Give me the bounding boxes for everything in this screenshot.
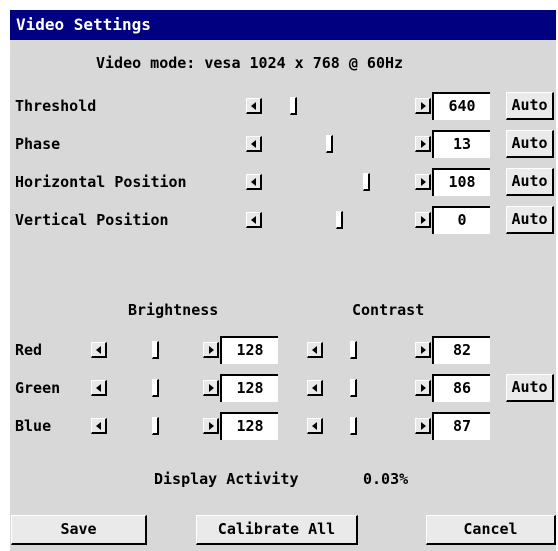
- blue-contrast-value[interactable]: 87: [432, 412, 490, 440]
- vertical-position-auto-button[interactable]: Auto: [506, 206, 554, 234]
- window-title: Video Settings: [10, 10, 556, 40]
- green-brightness-value[interactable]: 128: [220, 374, 278, 402]
- blue-brightness-decrease-button[interactable]: [91, 418, 107, 434]
- video-settings-window: Video Settings Video mode: vesa 1024 x 7…: [0, 0, 558, 551]
- vertical-position-increase-button[interactable]: [415, 212, 431, 228]
- threshold-slider-thumb[interactable]: [290, 97, 297, 115]
- phase-value[interactable]: 13: [432, 130, 490, 158]
- save-button[interactable]: Save: [11, 515, 147, 545]
- phase-row: Phase 13 Auto: [10, 130, 556, 158]
- threshold-label: Threshold: [15, 97, 97, 115]
- blue-brightness-increase-button[interactable]: [203, 418, 219, 434]
- red-row: Red 128 82: [10, 336, 556, 364]
- green-brightness-increase-button[interactable]: [203, 380, 219, 396]
- vertical-position-decrease-button[interactable]: [246, 212, 262, 228]
- blue-contrast-increase-button[interactable]: [415, 418, 431, 434]
- calibrate-all-button[interactable]: Calibrate All: [196, 515, 358, 545]
- threshold-row: Threshold 640 Auto: [10, 92, 556, 120]
- horizontal-position-increase-button[interactable]: [415, 174, 431, 190]
- cancel-button[interactable]: Cancel: [426, 515, 556, 545]
- phase-slider-thumb[interactable]: [326, 135, 333, 153]
- threshold-decrease-button[interactable]: [246, 98, 262, 114]
- color-auto-button[interactable]: Auto: [506, 374, 554, 402]
- green-contrast-value[interactable]: 86: [432, 374, 490, 402]
- phase-auto-button[interactable]: Auto: [506, 130, 554, 158]
- red-contrast-increase-button[interactable]: [415, 342, 431, 358]
- display-activity-value: 0.03%: [363, 470, 409, 488]
- vertical-position-row: Vertical Position 0 Auto: [10, 206, 556, 234]
- blue-contrast-slider-thumb[interactable]: [350, 417, 357, 435]
- horizontal-position-value[interactable]: 108: [432, 168, 490, 196]
- green-row: Green 128 86 Auto: [10, 374, 556, 402]
- threshold-value[interactable]: 640: [432, 92, 490, 120]
- blue-brightness-value[interactable]: 128: [220, 412, 278, 440]
- vertical-position-label: Vertical Position: [15, 211, 169, 229]
- green-label: Green: [15, 379, 61, 397]
- horizontal-position-label: Horizontal Position: [15, 173, 187, 191]
- blue-row: Blue 128 87: [10, 412, 556, 440]
- green-contrast-increase-button[interactable]: [415, 380, 431, 396]
- phase-decrease-button[interactable]: [246, 136, 262, 152]
- vertical-position-value[interactable]: 0: [432, 206, 490, 234]
- green-brightness-decrease-button[interactable]: [91, 380, 107, 396]
- blue-brightness-slider-thumb[interactable]: [152, 417, 159, 435]
- horizontal-position-auto-button[interactable]: Auto: [506, 168, 554, 196]
- green-brightness-slider-thumb[interactable]: [152, 379, 159, 397]
- phase-label: Phase: [15, 135, 61, 153]
- red-contrast-slider-thumb[interactable]: [350, 341, 357, 359]
- red-brightness-decrease-button[interactable]: [91, 342, 107, 358]
- red-brightness-slider-thumb[interactable]: [152, 341, 159, 359]
- settings-panel: Video mode: vesa 1024 x 768 @ 60Hz Thres…: [10, 40, 556, 551]
- horizontal-position-row: Horizontal Position 108 Auto: [10, 168, 556, 196]
- horizontal-position-decrease-button[interactable]: [246, 174, 262, 190]
- horizontal-position-slider-thumb[interactable]: [363, 173, 370, 191]
- video-mode-text: Video mode: vesa 1024 x 768 @ 60Hz: [96, 54, 404, 72]
- blue-label: Blue: [15, 417, 52, 435]
- red-contrast-value[interactable]: 82: [432, 336, 490, 364]
- green-contrast-decrease-button[interactable]: [307, 380, 323, 396]
- threshold-auto-button[interactable]: Auto: [506, 92, 554, 120]
- display-activity-label: Display Activity: [154, 470, 299, 488]
- red-brightness-increase-button[interactable]: [203, 342, 219, 358]
- red-brightness-value[interactable]: 128: [220, 336, 278, 364]
- contrast-header: Contrast: [352, 301, 425, 319]
- red-label: Red: [15, 341, 43, 359]
- red-contrast-decrease-button[interactable]: [307, 342, 323, 358]
- blue-contrast-decrease-button[interactable]: [307, 418, 323, 434]
- vertical-position-slider-thumb[interactable]: [336, 211, 343, 229]
- phase-increase-button[interactable]: [415, 136, 431, 152]
- brightness-header: Brightness: [128, 301, 219, 319]
- green-contrast-slider-thumb[interactable]: [350, 379, 357, 397]
- threshold-increase-button[interactable]: [415, 98, 431, 114]
